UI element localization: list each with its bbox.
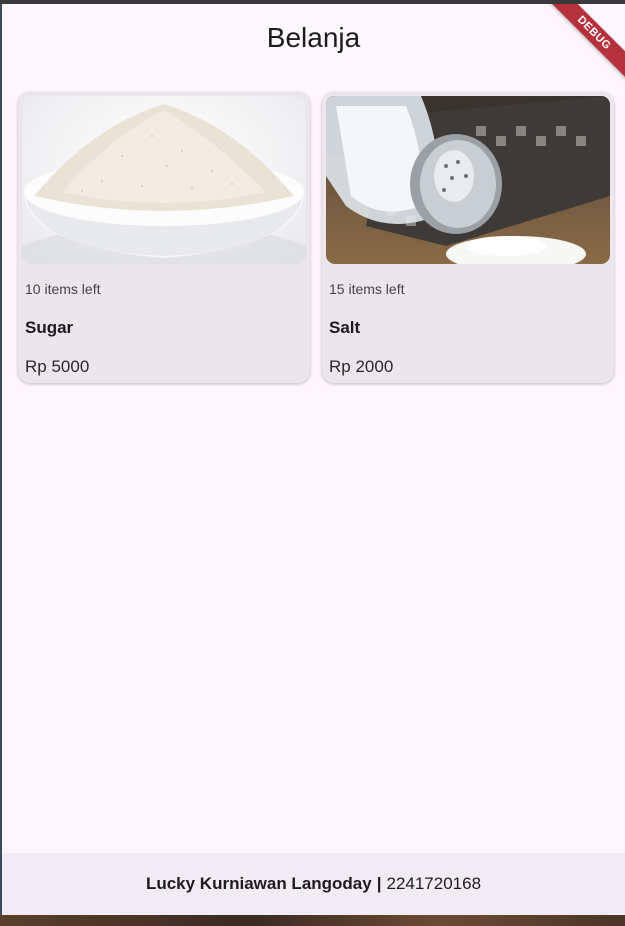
app-bar: Belanja bbox=[2, 4, 625, 74]
footer: Lucky Kurniawan Langoday | 2241720168 bbox=[2, 853, 625, 915]
app-window: Belanja DEBUG 10 items left Sugar Rp 500… bbox=[2, 4, 625, 915]
product-name: Sugar bbox=[25, 318, 74, 337]
product-name: Salt bbox=[329, 318, 361, 337]
salt-shaker-image bbox=[326, 96, 610, 264]
page-title: Belanja bbox=[266, 22, 361, 53]
sugar-bowl-image bbox=[22, 96, 306, 264]
product-price: Rp 2000 bbox=[329, 357, 394, 376]
desktop-background-strip bbox=[0, 915, 625, 926]
footer-separator: | bbox=[376, 874, 382, 893]
product-card-sugar[interactable]: 10 items left Sugar Rp 5000 bbox=[18, 92, 310, 383]
stock-label: 15 items left bbox=[329, 281, 405, 297]
product-card-salt[interactable]: 15 items left Salt Rp 2000 bbox=[322, 92, 614, 383]
stock-label: 10 items left bbox=[25, 281, 101, 297]
footer-author-name: Lucky Kurniawan Langoday bbox=[145, 874, 372, 893]
footer-student-id: 2241720168 bbox=[386, 874, 482, 893]
product-price: Rp 5000 bbox=[25, 357, 90, 376]
product-grid: 10 items left Sugar Rp 5000 15 items lef… bbox=[18, 92, 614, 383]
